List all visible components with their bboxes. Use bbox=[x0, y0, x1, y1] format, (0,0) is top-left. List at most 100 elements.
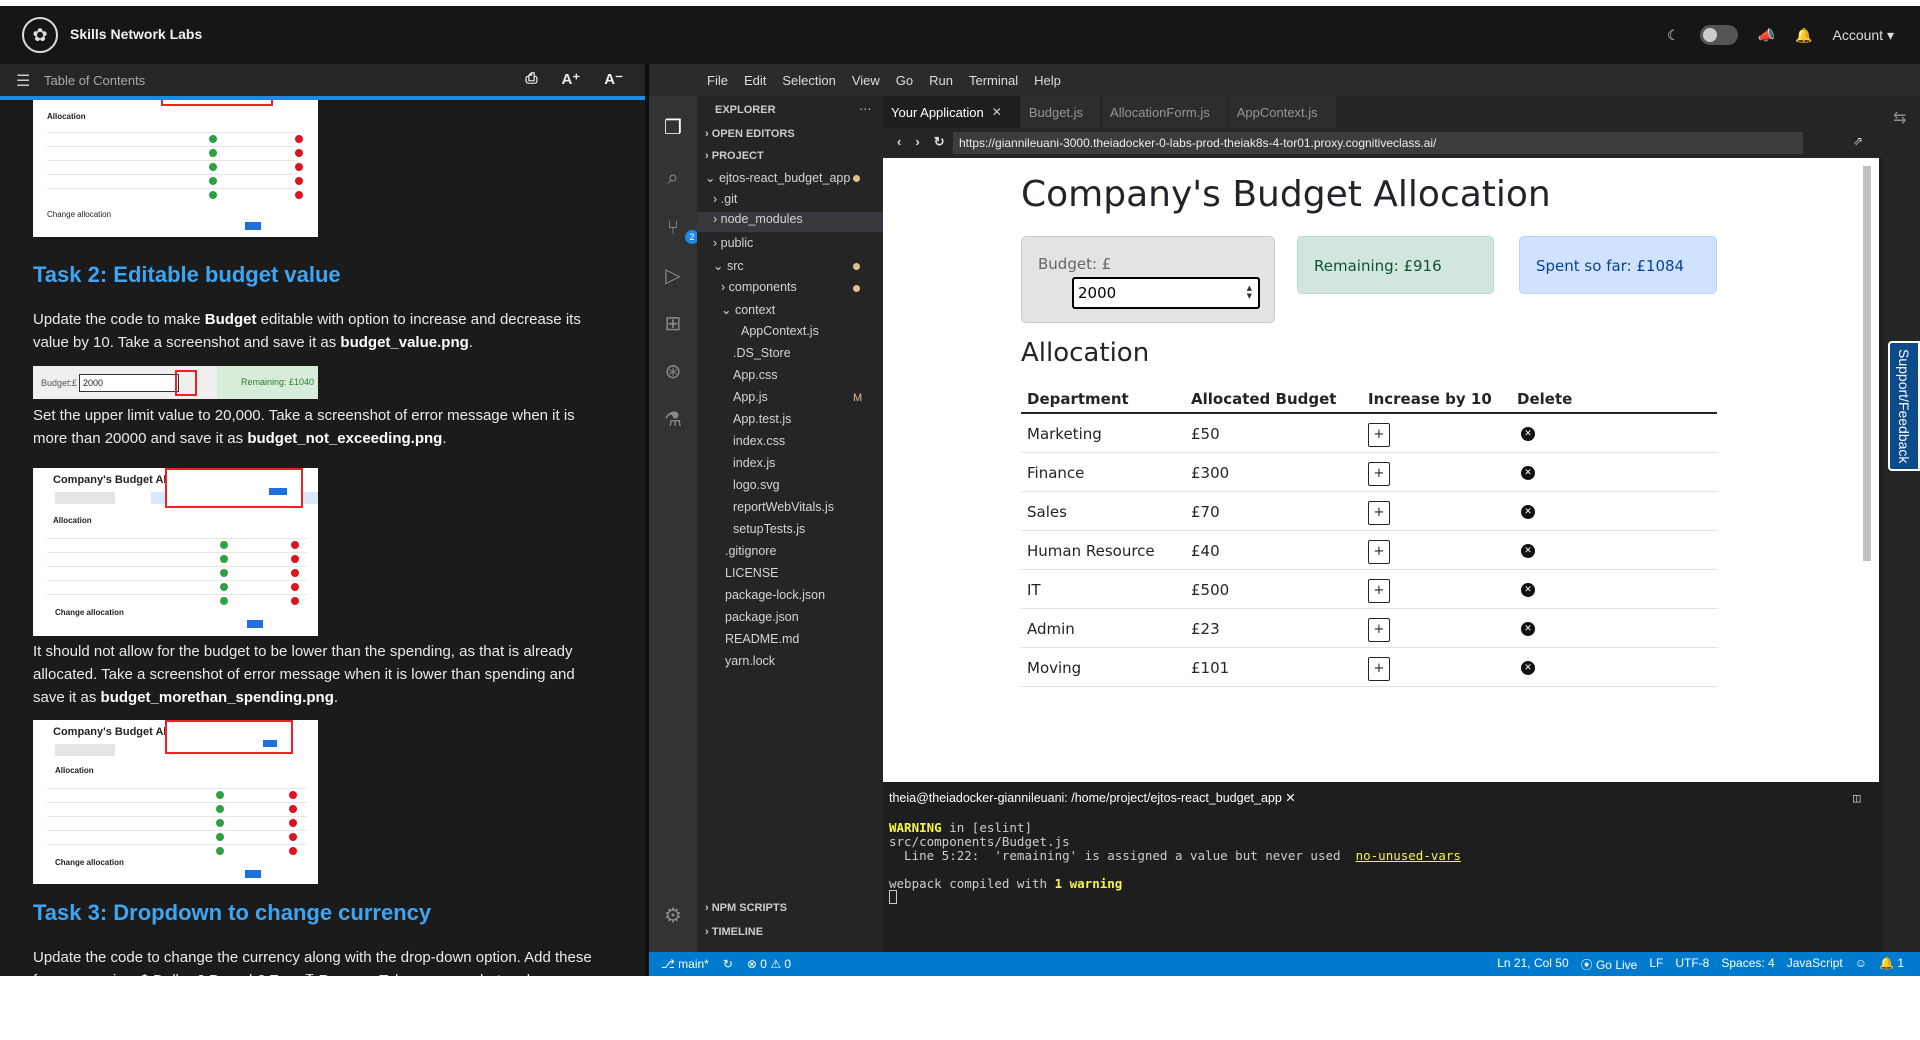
files-icon[interactable]: ❐ bbox=[661, 116, 685, 140]
menu-go[interactable]: Go bbox=[896, 73, 913, 88]
split-icon[interactable]: ◫ bbox=[1853, 790, 1861, 805]
increase-button[interactable]: + bbox=[1368, 540, 1390, 564]
gear-icon[interactable]: ⚙ bbox=[661, 904, 685, 928]
delete-icon[interactable]: ✕ bbox=[1521, 544, 1535, 558]
close-icon[interactable]: ✕ bbox=[1285, 791, 1295, 805]
tree-item[interactable]: AppContext.js bbox=[741, 324, 819, 338]
budget-input[interactable]: 2000 ▲ ▼ bbox=[1072, 277, 1260, 309]
tree-item[interactable]: setupTests.js bbox=[733, 522, 805, 536]
back-icon[interactable]: ‹ bbox=[897, 134, 901, 150]
flask-icon[interactable]: ⚗ bbox=[661, 408, 685, 432]
tab-your-application[interactable]: Your Application ✕ bbox=[883, 96, 1020, 128]
print-icon[interactable]: ⎙ bbox=[525, 70, 537, 88]
source-control-icon[interactable]: ⑂ 2 bbox=[661, 216, 699, 244]
account-menu[interactable]: Account ▾ bbox=[1832, 27, 1894, 44]
rule-link[interactable]: no-unused-vars bbox=[1356, 848, 1461, 863]
open-external-icon[interactable]: ⇗ bbox=[1853, 134, 1863, 148]
timeline-section[interactable]: › TIMELINE bbox=[705, 926, 763, 938]
logo-icon[interactable]: ✿ bbox=[22, 17, 58, 53]
tree-item[interactable]: yarn.lock bbox=[725, 654, 775, 668]
increase-button[interactable]: + bbox=[1368, 462, 1390, 486]
increase-button[interactable]: + bbox=[1368, 423, 1390, 447]
toc-label[interactable]: Table of Contents bbox=[44, 73, 145, 88]
tree-item[interactable]: › .git bbox=[713, 192, 737, 206]
npm-scripts-section[interactable]: › NPM SCRIPTS bbox=[705, 902, 787, 914]
close-icon[interactable]: ✕ bbox=[992, 105, 1002, 119]
tree-item[interactable]: LICENSE bbox=[725, 566, 779, 580]
extensions-icon[interactable]: ⊞ bbox=[661, 312, 685, 336]
tree-item[interactable]: ⌄ src bbox=[713, 258, 744, 273]
forward-icon[interactable]: › bbox=[915, 134, 919, 150]
menu-help[interactable]: Help bbox=[1034, 73, 1061, 88]
branch-indicator[interactable]: ⎇ main* bbox=[661, 957, 709, 971]
tree-item[interactable]: index.css bbox=[733, 434, 785, 448]
menu-terminal[interactable]: Terminal bbox=[969, 73, 1018, 88]
delete-icon[interactable]: ✕ bbox=[1521, 622, 1535, 636]
url-input[interactable]: https://giannileuani-3000.theiadocker-0-… bbox=[953, 132, 1803, 154]
tree-item[interactable]: ⌄ context bbox=[721, 302, 775, 317]
font-decrease-button[interactable]: A⁻ bbox=[604, 70, 623, 88]
tree-item[interactable]: App.js bbox=[733, 390, 768, 404]
menu-file[interactable]: File bbox=[707, 73, 728, 88]
increase-button[interactable]: + bbox=[1368, 579, 1390, 603]
delete-icon[interactable]: ✕ bbox=[1521, 505, 1535, 519]
tree-item[interactable]: App.test.js bbox=[733, 412, 791, 426]
tree-item[interactable]: package-lock.json bbox=[725, 588, 825, 602]
tree-item[interactable]: reportWebVitals.js bbox=[733, 500, 834, 514]
increase-button[interactable]: + bbox=[1368, 657, 1390, 681]
increase-button[interactable]: + bbox=[1368, 618, 1390, 642]
project-section[interactable]: › PROJECT bbox=[705, 150, 764, 162]
feedback-icon[interactable]: ☺ bbox=[1855, 956, 1867, 973]
preview-scrollbar[interactable] bbox=[1863, 166, 1871, 561]
tree-root[interactable]: ⌄ ejtos-react_budget_app bbox=[705, 170, 850, 185]
menu-selection[interactable]: Selection bbox=[782, 73, 835, 88]
open-editors-section[interactable]: › OPEN EDITORS bbox=[705, 128, 795, 140]
menu-edit[interactable]: Edit bbox=[744, 73, 766, 88]
terminal-title[interactable]: theia@theiadocker-giannileuani: /home/pr… bbox=[889, 790, 1296, 805]
tree-item[interactable]: README.md bbox=[725, 632, 799, 646]
support-feedback-button[interactable]: Support/Feedback bbox=[1888, 341, 1920, 471]
delete-icon[interactable]: ✕ bbox=[1521, 583, 1535, 597]
language-indicator[interactable]: JavaScript bbox=[1787, 956, 1843, 973]
font-increase-button[interactable]: A⁺ bbox=[562, 70, 581, 88]
tree-item[interactable]: index.js bbox=[733, 456, 775, 470]
megaphone-icon[interactable]: 📣 bbox=[1758, 27, 1775, 44]
tab-appcontext-js[interactable]: AppContext.js bbox=[1228, 96, 1336, 128]
cursor-position[interactable]: Ln 21, Col 50 bbox=[1497, 956, 1568, 973]
go-live-button[interactable]: ⦿ Go Live bbox=[1581, 956, 1638, 973]
tree-item[interactable]: › node_modules bbox=[697, 212, 883, 232]
reload-icon[interactable]: ↻ bbox=[934, 134, 945, 150]
outline-icon[interactable]: ⇆ bbox=[1893, 108, 1906, 128]
encoding-indicator[interactable]: UTF-8 bbox=[1675, 956, 1709, 973]
bell-icon[interactable]: 🔔 bbox=[1795, 27, 1812, 44]
tree-item[interactable]: › public bbox=[713, 236, 753, 250]
debug-icon[interactable]: ▷ bbox=[661, 264, 685, 288]
tree-item[interactable]: logo.svg bbox=[733, 478, 780, 492]
delete-icon[interactable]: ✕ bbox=[1521, 661, 1535, 675]
delete-icon[interactable]: ✕ bbox=[1521, 427, 1535, 441]
notifications-indicator[interactable]: 🔔 1 bbox=[1879, 956, 1904, 973]
menu-icon[interactable]: ☰ bbox=[16, 71, 30, 91]
plugin-icon[interactable]: ⊛ bbox=[661, 360, 685, 384]
menu-run[interactable]: Run bbox=[929, 73, 953, 88]
tree-item[interactable]: › components bbox=[721, 280, 797, 294]
search-icon[interactable]: ⌕ bbox=[661, 166, 685, 190]
task2-title: Task 2: Editable budget value bbox=[33, 262, 341, 287]
eol-indicator[interactable]: LF bbox=[1649, 956, 1663, 973]
tree-item[interactable]: package.json bbox=[725, 610, 799, 624]
spinner-icon[interactable]: ▲ ▼ bbox=[1247, 284, 1252, 300]
tree-item[interactable]: .DS_Store bbox=[733, 346, 791, 360]
indent-indicator[interactable]: Spaces: 4 bbox=[1721, 956, 1774, 973]
tree-item[interactable]: .gitignore bbox=[725, 544, 776, 558]
delete-icon[interactable]: ✕ bbox=[1521, 466, 1535, 480]
tab-allocationform-js[interactable]: AllocationForm.js bbox=[1102, 96, 1228, 128]
sync-icon[interactable]: ↻ bbox=[723, 957, 733, 971]
tab-budget-js[interactable]: Budget.js bbox=[1020, 96, 1102, 128]
menu-view[interactable]: View bbox=[852, 73, 880, 88]
tree-item[interactable]: App.css bbox=[733, 368, 777, 382]
theme-toggle[interactable] bbox=[1699, 25, 1738, 45]
more-icon[interactable]: ··· bbox=[859, 102, 872, 116]
problems-indicator[interactable]: ⊗ 0 ⚠ 0 bbox=[747, 957, 791, 971]
terminal-panel[interactable]: theia@theiadocker-giannileuani: /home/pr… bbox=[883, 782, 1883, 952]
increase-button[interactable]: + bbox=[1368, 501, 1390, 525]
